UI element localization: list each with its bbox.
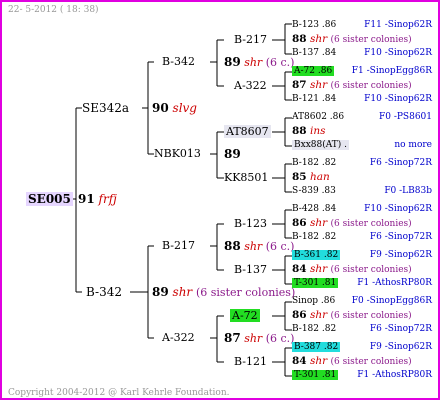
g4-top-origin: F9 -Sinop62R [369,250,432,260]
g3-node[interactable]: B-217 [234,34,267,46]
g3-node[interactable]: KK8501 [224,172,268,184]
dam-node[interactable]: SE342a [82,102,129,114]
g3-info: 89 [224,147,241,161]
g4-bot-origin: F6 -Sinop72R [369,232,432,242]
g4-mid-info: 87 shr (6 sister colonies) [292,79,412,91]
dam-mother-info: 90 slvg [152,101,197,115]
g4-top-origin: F9 -Sinop62R [369,342,432,352]
g4-top-origin: F6 -Sinop72R [369,158,432,168]
g3-node[interactable]: A-322 [234,80,267,92]
g4-bot-node[interactable]: T-301 .81 [292,369,339,381]
g4-top-node[interactable]: B-428 .84 [292,203,336,215]
g4-top-node[interactable]: B-361 .82 [292,249,341,261]
g4-mid-info: 84 shr (6 sister colonies) [292,355,412,367]
pedigree-frame: 22- 5-2012 ( 18: 38) SE005 91 frfj SE342… [0,0,440,400]
dam-father-node[interactable]: NBK013 [154,148,201,160]
g4-top-node[interactable]: Sinop .86 [292,295,335,307]
root-gen: 91 [78,192,95,206]
g4-bot-node[interactable]: B-182 .82 [292,231,336,243]
g4-mid-info: 88 shr (6 sister colonies) [292,33,412,45]
g4-bot-node[interactable]: S-839 .83 [292,185,336,197]
g4-bot-node[interactable]: B-137 .84 [292,47,336,59]
g4-bot-node[interactable]: T-301 .81 [292,277,339,289]
sire-node[interactable]: B-342 [86,286,122,298]
g3-info: 87 shr (6 c.) [224,331,295,345]
g4-bot-node[interactable]: Bxx88(AT) . [292,139,349,151]
g4-bot-origin: F1 -AthosRP80R [357,278,432,288]
g4-top-origin: F11 -Sinop62R [364,20,432,30]
g4-top-origin: F0 -SinopEgg86R [351,296,432,306]
root-id: SE005 [26,192,73,206]
g3-node[interactable]: B-121 [234,356,267,368]
g3-node[interactable]: B-137 [234,264,267,276]
g4-mid-info: 86 shr (6 sister colonies) [292,309,412,321]
g4-bot-origin: F6 -Sinop72R [369,324,432,334]
g4-bot-origin: F1 -AthosRP80R [357,370,432,380]
g4-top-origin: F1 -SinopEgg86R [351,66,432,76]
root-node[interactable]: SE005 [26,192,73,206]
dam-mother-node[interactable]: B-342 [162,56,195,68]
g4-mid-info: 88 ins [292,125,326,137]
g4-mid-info: 85 han [292,171,330,183]
g3-info: 89 shr (6 c.) [224,55,295,69]
g3-node[interactable]: B-123 [234,218,267,230]
g4-bot-origin: F0 -LB83b [384,186,432,196]
g4-top-origin: F0 -PS8601 [379,112,432,122]
g3-node[interactable]: A-72 [230,309,260,322]
g4-mid-info: 86 shr (6 sister colonies) [292,217,412,229]
g3-node[interactable]: AT8607 [224,125,271,138]
root-info: 91 frfj [78,193,117,205]
sire-mother-node[interactable]: B-217 [162,240,195,252]
g4-top-node[interactable]: AT8602 .86 [292,111,344,123]
g4-bot-origin: no more [394,140,432,150]
sire-info: 89 shr (6 sister colonies) [152,285,296,299]
g4-bot-origin: F10 -Sinop62R [364,48,432,58]
g4-top-origin: F10 -Sinop62R [364,204,432,214]
g4-mid-info: 84 shr (6 sister colonies) [292,263,412,275]
g4-top-node[interactable]: A-72 .86 [292,65,335,77]
root-breeder: frfj [98,192,117,206]
g3-info: 88 shr (6 c.) [224,239,295,253]
footer-copyright: Copyright 2004-2012 @ Karl Kehrle Founda… [8,388,230,398]
g4-top-node[interactable]: B-387 .82 [292,341,341,353]
g4-bot-node[interactable]: B-182 .82 [292,323,336,335]
g4-top-node[interactable]: B-123 .86 [292,19,336,31]
g4-top-node[interactable]: B-182 .82 [292,157,336,169]
sire-father-node[interactable]: A-322 [162,332,195,344]
g4-bot-node[interactable]: B-121 .84 [292,93,336,105]
g4-bot-origin: F10 -Sinop62R [364,94,432,104]
